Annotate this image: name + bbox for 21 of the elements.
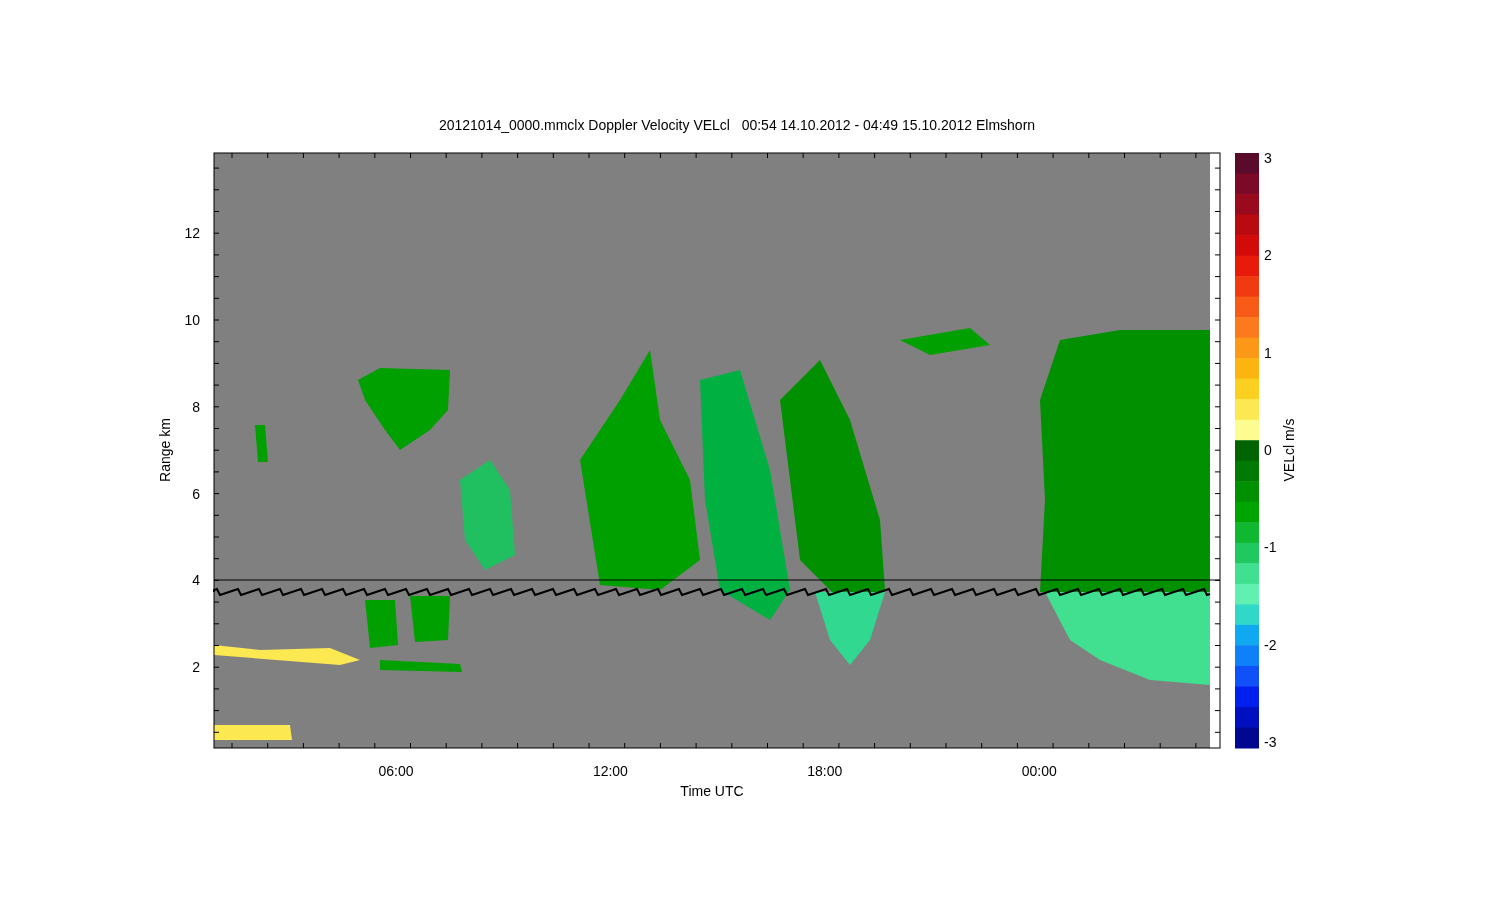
colorbar-tick-label: -1 [1264, 539, 1277, 556]
x-tick-label: 18:00 [807, 763, 843, 779]
y-tick-label: 12 [184, 225, 200, 242]
x-tick-label: 06:00 [378, 763, 414, 779]
colorbar-tick-label: -3 [1264, 734, 1277, 750]
y-tick-label: 2 [192, 659, 200, 676]
y-tick-label: 6 [192, 485, 200, 502]
colorbar-tick-label: 3 [1264, 150, 1272, 166]
colorbar-tick-label: 1 [1264, 344, 1272, 361]
colorbar-tick-label: 0 [1264, 442, 1272, 458]
y-tick-label: 10 [184, 312, 200, 328]
y-axis-label: Range km [157, 418, 173, 482]
y-tick-label: 8 [192, 398, 200, 415]
x-tick-label: 00:00 [1021, 763, 1057, 779]
x-axis-label: Time UTC [680, 783, 744, 799]
chart-title: 20121014_0000.mmclx Doppler Velocity VELcl 00:54 14.10.2012 - 04:49 15.10.2012 Elmshorn [438, 117, 1036, 133]
y-tick-label: 4 [192, 572, 200, 589]
colorbar-tick-label: 2 [1264, 247, 1272, 264]
colorbar-label: VELcl m/s [1281, 418, 1297, 482]
x-tick-label: 12:00 [592, 763, 628, 779]
colorbar-tick-label: -2 [1264, 636, 1277, 653]
